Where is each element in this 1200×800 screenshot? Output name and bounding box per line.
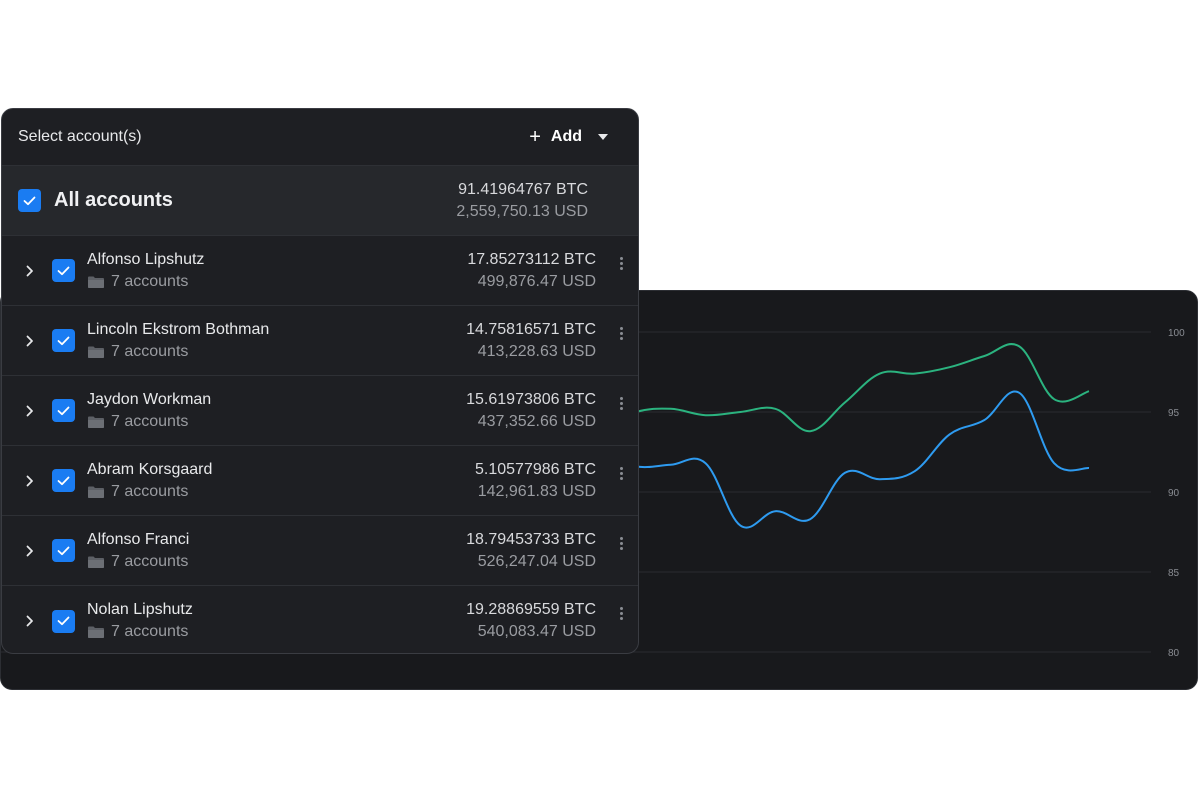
account-count: 7 accounts (111, 552, 189, 570)
checkmark-icon (57, 476, 70, 485)
more-options-icon[interactable] (604, 456, 638, 506)
account-subtitle: 7 accounts (87, 411, 466, 433)
expand-chevron-icon[interactable] (10, 475, 50, 487)
account-count: 7 accounts (111, 272, 189, 290)
expand-chevron-icon[interactable] (10, 335, 50, 347)
expand-chevron-icon[interactable] (10, 265, 50, 277)
checkmark-icon (57, 406, 70, 415)
account-info: Alfonso Lipshutz 7 accounts (87, 249, 467, 293)
plus-icon: + (529, 126, 541, 148)
checkmark-icon (57, 266, 70, 275)
expand-chevron-icon[interactable] (10, 615, 50, 627)
account-name: Abram Korsgaard (87, 460, 213, 478)
account-btc: 19.28869559 BTC (466, 601, 596, 618)
account-subtitle: 7 accounts (87, 551, 466, 573)
all-accounts-amounts: 91.41964767 BTC 2,559,750.13 USD (456, 179, 588, 223)
add-button-label: Add (550, 128, 582, 145)
account-name: Jaydon Workman (87, 390, 212, 408)
account-btc: 17.85273112 BTC (467, 250, 596, 268)
account-row[interactable]: Lincoln Ekstrom Bothman 7 accounts 14.75… (2, 306, 638, 376)
folder-icon (88, 556, 104, 568)
account-info: Abram Korsgaard 7 accounts (87, 459, 475, 503)
series-line-green (600, 343, 1090, 433)
checkmark-icon (57, 546, 70, 555)
account-checkbox[interactable] (52, 259, 75, 282)
y-tick-label: 80 (1168, 648, 1180, 659)
all-accounts-usd: 2,559,750.13 USD (456, 202, 588, 220)
account-amounts: 15.61973806 BTC 437,352.66 USD (466, 389, 596, 433)
account-count: 7 accounts (111, 342, 189, 360)
account-name: Nolan Lipshutz (87, 601, 193, 618)
account-row[interactable]: Jaydon Workman 7 accounts 15.61973806 BT… (2, 376, 638, 446)
account-usd: 499,876.47 USD (477, 272, 596, 290)
account-name: Alfonso Franci (87, 530, 190, 548)
account-name: Alfonso Lipshutz (87, 250, 205, 268)
panel-header: Select account(s) + Add (2, 109, 638, 166)
account-checkbox[interactable] (52, 329, 75, 352)
checkmark-icon (57, 616, 70, 626)
expand-chevron-icon[interactable] (10, 545, 50, 557)
account-selector-panel: Select account(s) + Add All accounts 91.… (1, 108, 639, 654)
account-checkbox[interactable] (52, 469, 75, 492)
folder-icon (88, 276, 104, 288)
account-count: 7 accounts (111, 482, 189, 500)
account-row[interactable]: Abram Korsgaard 7 accounts 5.10577986 BT… (2, 446, 638, 516)
account-subtitle: 7 accounts (87, 621, 466, 643)
more-options-icon[interactable] (604, 316, 638, 366)
folder-icon (88, 346, 104, 358)
account-usd: 413,228.63 USD (477, 342, 596, 360)
y-tick-label: 90 (1168, 488, 1180, 499)
account-amounts: 19.28869559 BTC 540,083.47 USD (466, 599, 596, 643)
account-checkbox[interactable] (52, 609, 75, 633)
all-accounts-label: All accounts (54, 189, 173, 211)
all-accounts-checkbox[interactable] (18, 189, 41, 212)
all-accounts-btc: 91.41964767 BTC (458, 180, 588, 198)
account-name: Lincoln Ekstrom Bothman (87, 320, 270, 338)
account-subtitle: 7 accounts (87, 341, 466, 363)
account-amounts: 14.75816571 BTC 413,228.63 USD (466, 319, 596, 363)
account-row[interactable]: Nolan Lipshutz 7 accounts 19.28869559 BT… (2, 586, 638, 653)
add-button[interactable]: + Add (529, 127, 608, 147)
account-row[interactable]: Alfonso Lipshutz 7 accounts 17.85273112 … (2, 236, 638, 306)
account-usd: 437,352.66 USD (477, 412, 596, 430)
account-amounts: 17.85273112 BTC 499,876.47 USD (467, 249, 596, 293)
y-tick-label: 85 (1168, 568, 1180, 579)
y-tick-label: 100 (1168, 328, 1185, 339)
more-options-icon[interactable] (604, 246, 638, 296)
account-count: 7 accounts (111, 623, 189, 640)
panel-title: Select account(s) (18, 128, 142, 145)
account-checkbox[interactable] (52, 539, 75, 562)
checkmark-icon (57, 336, 70, 345)
folder-icon (88, 626, 104, 638)
more-options-icon[interactable] (604, 526, 638, 576)
account-usd: 526,247.04 USD (477, 552, 596, 570)
account-info: Alfonso Franci 7 accounts (87, 529, 466, 573)
account-btc: 14.75816571 BTC (466, 320, 596, 338)
account-btc: 15.61973806 BTC (466, 390, 596, 408)
account-row[interactable]: Alfonso Franci 7 accounts 18.79453733 BT… (2, 516, 638, 586)
all-accounts-row[interactable]: All accounts 91.41964767 BTC 2,559,750.1… (2, 166, 638, 236)
account-usd: 540,083.47 USD (477, 623, 596, 640)
folder-icon (88, 416, 104, 428)
account-info: Lincoln Ekstrom Bothman 7 accounts (87, 319, 466, 363)
account-amounts: 5.10577986 BTC 142,961.83 USD (475, 459, 596, 503)
account-subtitle: 7 accounts (87, 481, 475, 503)
account-subtitle: 7 accounts (87, 271, 467, 293)
account-usd: 142,961.83 USD (477, 482, 596, 500)
caret-down-icon[interactable] (598, 134, 608, 140)
folder-icon (88, 486, 104, 498)
account-btc: 5.10577986 BTC (475, 460, 596, 478)
account-info: Nolan Lipshutz 7 accounts (87, 599, 466, 643)
expand-chevron-icon[interactable] (10, 405, 50, 417)
more-options-icon[interactable] (604, 596, 638, 646)
account-count: 7 accounts (111, 412, 189, 430)
account-info: Jaydon Workman 7 accounts (87, 389, 466, 433)
y-tick-label: 95 (1168, 408, 1180, 419)
more-options-icon[interactable] (604, 386, 638, 436)
account-btc: 18.79453733 BTC (466, 530, 596, 548)
account-checkbox[interactable] (52, 399, 75, 422)
account-amounts: 18.79453733 BTC 526,247.04 USD (466, 529, 596, 573)
checkmark-icon (23, 196, 36, 205)
account-list: Alfonso Lipshutz 7 accounts 17.85273112 … (2, 236, 638, 653)
